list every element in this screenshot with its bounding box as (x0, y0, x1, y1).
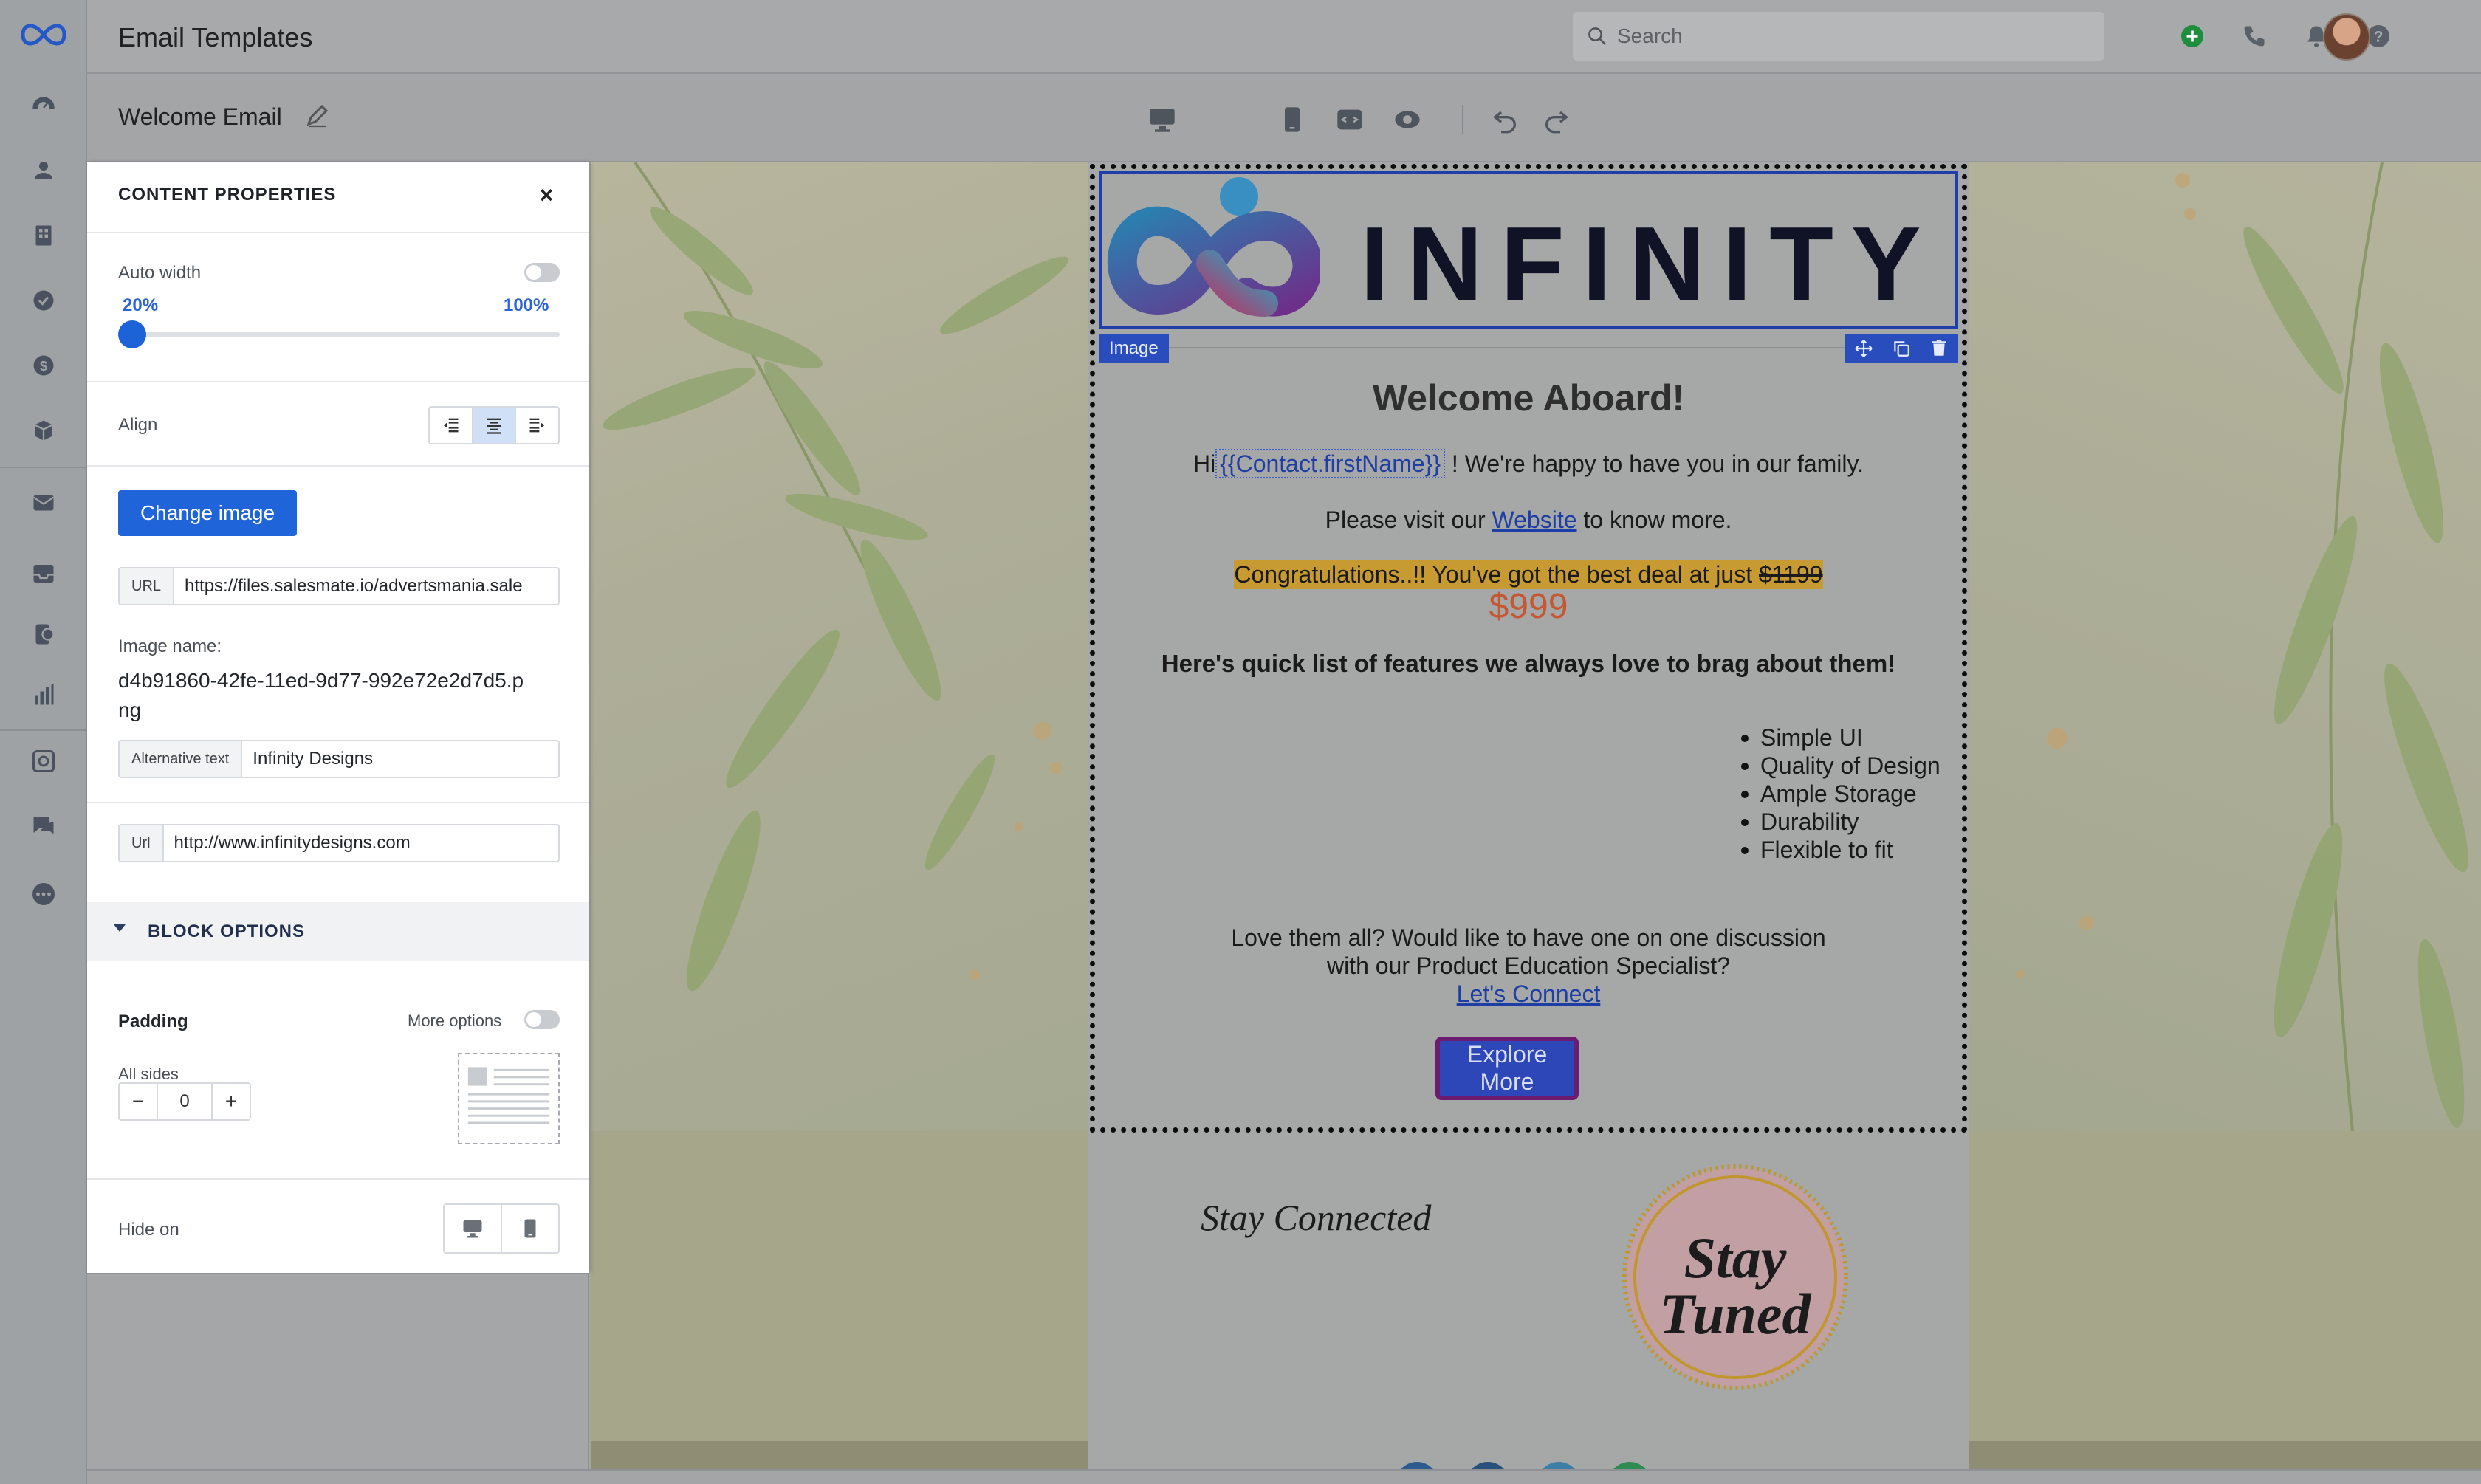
image-name-label: Image name: (118, 636, 222, 656)
deals-icon[interactable]: $ (30, 351, 58, 379)
link-url-tag: Url (120, 825, 164, 861)
automation-icon[interactable] (30, 747, 58, 775)
hide-on-button-group (443, 1203, 560, 1254)
more-options-label: More options (408, 1011, 502, 1030)
padding-stepper: − 0 + (118, 1082, 251, 1121)
image-url-field[interactable]: URL https://files.salesmate.io/advertsma… (118, 567, 560, 605)
hide-on-mobile-button[interactable] (502, 1205, 558, 1252)
block-options-header[interactable]: BLOCK OPTIONS (87, 902, 589, 961)
image-url-value[interactable]: https://files.salesmate.io/advertsmania.… (174, 568, 533, 604)
reports-icon[interactable] (30, 681, 58, 709)
all-sides-label: All sides (118, 1065, 179, 1083)
close-icon[interactable]: × (533, 182, 560, 208)
alt-text-tag: Alternative text (120, 741, 243, 777)
search-icon (1588, 27, 1607, 46)
add-icon[interactable] (2178, 22, 2206, 50)
padding-preview-icon (458, 1053, 560, 1144)
svg-text:$: $ (40, 359, 47, 374)
selected-section-outline (1090, 164, 1967, 1133)
search-input[interactable] (1617, 12, 2090, 61)
redo-icon[interactable] (1540, 103, 1573, 136)
editor-canvas: INFINITY Image Welcome Aboard! Hi {{Conta… (591, 162, 2481, 1477)
more-icon[interactable] (30, 880, 58, 908)
background-leaves-right (1969, 162, 2481, 1131)
sequences-icon[interactable] (30, 620, 58, 648)
phone-icon[interactable] (2240, 22, 2268, 50)
mobile-view-icon[interactable] (1276, 103, 1308, 136)
search-box[interactable] (1573, 12, 2104, 61)
align-right-button[interactable] (516, 408, 558, 443)
block-options-label: BLOCK OPTIONS (148, 921, 306, 941)
auto-width-label: Auto width (118, 263, 202, 283)
mobile-icon (524, 1219, 536, 1238)
svg-text:Stay: Stay (1684, 1226, 1787, 1290)
editor-toolbar: Welcome Email (87, 74, 2481, 162)
more-options-toggle[interactable] (524, 1010, 560, 1029)
email-icon[interactable] (30, 489, 58, 517)
page-title: Email Templates (118, 22, 313, 52)
align-left-button[interactable] (430, 408, 473, 443)
decrement-button[interactable]: − (120, 1084, 157, 1119)
chat-icon[interactable] (30, 812, 58, 840)
padding-value[interactable]: 0 (157, 1084, 213, 1119)
infinity-logo-icon[interactable] (21, 21, 66, 49)
range-max-label: 100% (504, 295, 549, 315)
leaves-illustration-left (603, 162, 1069, 992)
caret-down-icon (114, 924, 126, 932)
align-button-group (428, 406, 560, 444)
products-icon[interactable] (30, 416, 58, 444)
code-view-icon[interactable] (1334, 103, 1366, 136)
desktop-icon (463, 1220, 482, 1238)
hide-on-label: Hide on (118, 1220, 179, 1240)
padding-label: Padding (118, 1011, 188, 1031)
align-center-icon (487, 418, 501, 434)
link-url-field[interactable]: Url http://www.infinitydesigns.com (118, 824, 560, 862)
align-right-icon (529, 418, 545, 433)
edit-pencil-icon[interactable] (304, 102, 331, 128)
avatar[interactable] (2323, 13, 2370, 61)
range-min-label: 20% (123, 295, 159, 315)
stay-tuned-badge: Stay Tuned (1622, 1164, 1848, 1390)
link-url-value[interactable]: http://www.infinitydesigns.com (164, 825, 421, 861)
stay-connected-heading: Stay Connected (1201, 1197, 1432, 1238)
width-slider-track[interactable] (131, 332, 560, 337)
desktop-view-icon[interactable] (1146, 103, 1178, 136)
increment-button[interactable]: + (213, 1084, 250, 1119)
url-tag: URL (120, 568, 175, 604)
tasks-icon[interactable] (30, 286, 58, 315)
dashboard-icon[interactable] (30, 92, 58, 120)
preview-icon[interactable] (1391, 103, 1424, 136)
align-label: Align (118, 415, 158, 435)
auto-width-toggle[interactable] (524, 263, 560, 282)
panel-title: CONTENT PROPERTIES (118, 185, 337, 205)
align-left-icon (443, 418, 459, 433)
alt-text-value[interactable]: Infinity Designs (242, 741, 383, 777)
change-image-button[interactable]: Change image (118, 490, 297, 536)
width-slider-handle[interactable] (118, 320, 146, 348)
nav-rail: $ (0, 0, 87, 1484)
undo-icon[interactable] (1489, 103, 1521, 136)
background-leaves-left (591, 162, 1088, 1131)
hide-on-desktop-button[interactable] (445, 1205, 502, 1252)
companies-icon[interactable] (30, 221, 58, 250)
inbox-icon[interactable] (30, 560, 58, 588)
template-name: Welcome Email (118, 103, 282, 130)
align-center-button[interactable] (473, 408, 517, 443)
contacts-icon[interactable] (30, 157, 58, 185)
content-properties-panel: CONTENT PROPERTIES × Auto width 20% 100%… (87, 162, 589, 1273)
svg-text:?: ? (2374, 29, 2384, 46)
alt-text-field[interactable]: Alternative text Infinity Designs (118, 740, 560, 778)
top-header: Email Templates ? (87, 0, 2481, 74)
svg-text:Tuned: Tuned (1659, 1282, 1811, 1346)
leaves-illustration-right (2016, 162, 2468, 1131)
image-name-value: d4b91860-42fe-11ed-9d77-992e72e2d7d5.png (118, 669, 524, 721)
